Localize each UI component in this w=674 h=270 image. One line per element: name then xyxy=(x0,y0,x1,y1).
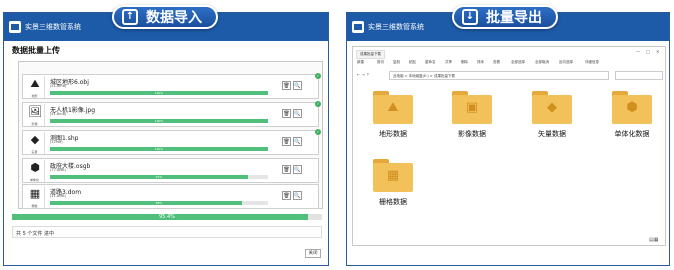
grid-icon: ▦ xyxy=(386,168,400,183)
file-progress-bar: 100% xyxy=(50,91,268,95)
check-icon: ✓ xyxy=(315,129,321,135)
app-logo-icon xyxy=(9,21,21,33)
upload-icon: ↑ xyxy=(122,9,138,25)
delete-button[interactable]: 🗑 xyxy=(282,109,291,118)
file-size: (41.8MB) xyxy=(50,194,66,198)
delete-button[interactable]: 🗑 xyxy=(282,165,291,174)
nav-arrows[interactable]: ← → ↑ xyxy=(357,72,370,77)
file-progress-bar: 100% xyxy=(50,119,268,123)
terrain-icon: ⛰ 地形 xyxy=(25,76,45,98)
close-button[interactable]: 关闭 xyxy=(305,249,321,258)
file-explorer: 成果批量下载 — □ ✕ 新建 剪切 复制 粘贴 重命名 共享 删除 排序 查看… xyxy=(352,46,666,246)
export-badge: ↓ 批量导出 xyxy=(452,5,558,29)
folder-label: 影像数据 xyxy=(458,130,486,138)
vector-icon: ◆ 矢量 xyxy=(25,132,45,154)
toolbar-cut[interactable]: 剪切 xyxy=(377,60,384,65)
app-title: 实景三维数管系统 xyxy=(368,23,424,31)
file-size: (77.8MB) xyxy=(50,168,66,172)
folder-label: 栅格数据 xyxy=(379,198,407,206)
export-window: 实景三维数管系统 成果批量下载 — □ ✕ 新建 剪切 复制 粘贴 重命名 共享… xyxy=(346,12,670,266)
file-size: (12MB) xyxy=(50,140,63,144)
grid-icon: ▦ 栅格 xyxy=(25,186,45,208)
file-progress-bar: 88% xyxy=(50,201,268,205)
import-badge-label: 数据导入 xyxy=(146,10,202,26)
import-badge: ↑ 数据导入 xyxy=(112,5,218,29)
image-icon: 🖼 影像 xyxy=(25,104,45,126)
explorer-tab[interactable]: 成果批量下载 xyxy=(356,50,385,59)
delete-button[interactable]: 🗑 xyxy=(282,137,291,146)
file-row: ⬢ 单体化 政府大楼.osgb (77.8MB) 91% 🗑 🔍 xyxy=(22,158,319,183)
toolbar-select-all[interactable]: 全部选择 xyxy=(511,60,525,65)
toolbar-share[interactable]: 共享 xyxy=(445,60,452,65)
section-title: 数据批量上传 xyxy=(12,46,60,55)
total-percent: 95.4% xyxy=(159,214,175,220)
export-badge-label: 批量导出 xyxy=(486,10,542,26)
file-progress-bar: 91% xyxy=(50,175,268,179)
folder-label: 矢量数据 xyxy=(538,130,566,138)
toolbar-view[interactable]: 查看 xyxy=(493,60,500,65)
file-row: ▦ 栅格 道路3.dom (41.8MB) 88% 🗑 🔍 xyxy=(22,184,319,209)
app-logo-icon xyxy=(352,21,364,33)
app-title: 实景三维数管系统 xyxy=(25,23,81,31)
view-toggle-icons[interactable]: ▤▦ xyxy=(649,237,658,243)
folder-label: 地形数据 xyxy=(379,130,407,138)
toolbar-copy[interactable]: 复制 xyxy=(393,60,400,65)
cube-icon: ⬢ 单体化 xyxy=(25,160,45,182)
close-icon[interactable]: ✕ xyxy=(656,49,659,54)
toolbar-paste[interactable]: 粘贴 xyxy=(409,60,416,65)
file-progress-bar: 100% xyxy=(50,147,268,151)
view-button[interactable]: 🔍 xyxy=(293,81,302,90)
view-button[interactable]: 🔍 xyxy=(293,137,302,146)
file-size: (41.8mB) xyxy=(50,112,67,116)
total-progress-bar: 95.4% xyxy=(12,214,322,220)
address-bar[interactable]: 此电脑 > 本地磁盘(E:) > 成果批量下载 xyxy=(389,71,609,80)
check-icon: ✓ xyxy=(315,73,321,79)
folder-imagery[interactable]: ▣ xyxy=(452,91,492,124)
file-row: ⛰ 地形 城区地形6.obj (41.8mB) 100% 🗑 🔍 ✓ xyxy=(22,73,321,99)
folder-label: 单体化数据 xyxy=(614,130,650,138)
cube-icon: ⬢ xyxy=(626,100,638,115)
view-button[interactable]: 🔍 xyxy=(293,109,302,118)
maximize-icon[interactable]: □ xyxy=(646,49,650,54)
folder-terrain[interactable]: ⛰ xyxy=(373,91,413,124)
search-input[interactable] xyxy=(615,71,663,80)
toolbar-new[interactable]: 新建 xyxy=(357,60,364,65)
delete-button[interactable]: 🗑 xyxy=(282,81,291,90)
toolbar-select-none[interactable]: 全部取消 xyxy=(535,60,549,65)
minimize-icon[interactable]: — xyxy=(636,49,640,54)
check-icon: ✓ xyxy=(315,101,321,107)
toolbar-rename[interactable]: 重命名 xyxy=(425,60,436,65)
upload-window: 实景三维数管系统 数据批量上传 ⛰ 地形 城区地形6.obj (41.8mB) 1… xyxy=(3,12,329,266)
terrain-icon: ⛰ xyxy=(387,100,399,115)
view-button[interactable]: 🔍 xyxy=(293,191,302,200)
folder-vector[interactable]: ◆ xyxy=(532,91,572,124)
toolbar-invert[interactable]: 反向选择 xyxy=(559,60,573,65)
view-button[interactable]: 🔍 xyxy=(293,165,302,174)
toolbar-details[interactable]: 详细信息 xyxy=(585,60,599,65)
delete-button[interactable]: 🗑 xyxy=(282,191,291,200)
image-icon: ▣ xyxy=(465,100,479,115)
file-row: ◆ 矢量 测图1.shp (12MB) 100% 🗑 🔍 ✓ xyxy=(22,129,321,155)
folder-monomer[interactable]: ⬢ xyxy=(612,91,652,124)
file-list: ⛰ 地形 城区地形6.obj (41.8mB) 100% 🗑 🔍 ✓ 🖼 影像 无人… xyxy=(18,61,323,209)
toolbar-delete[interactable]: 删除 xyxy=(461,60,468,65)
file-row: 🖼 影像 无人机1影像.jpg (41.8mB) 100% 🗑 🔍 ✓ xyxy=(22,101,321,127)
status-box xyxy=(12,226,322,238)
download-icon: ↓ xyxy=(462,9,478,25)
toolbar-sort[interactable]: 排序 xyxy=(477,60,484,65)
folder-raster[interactable]: ▦ xyxy=(373,159,413,192)
file-size: (41.8mB) xyxy=(50,84,67,88)
vector-icon: ◆ xyxy=(547,100,557,115)
